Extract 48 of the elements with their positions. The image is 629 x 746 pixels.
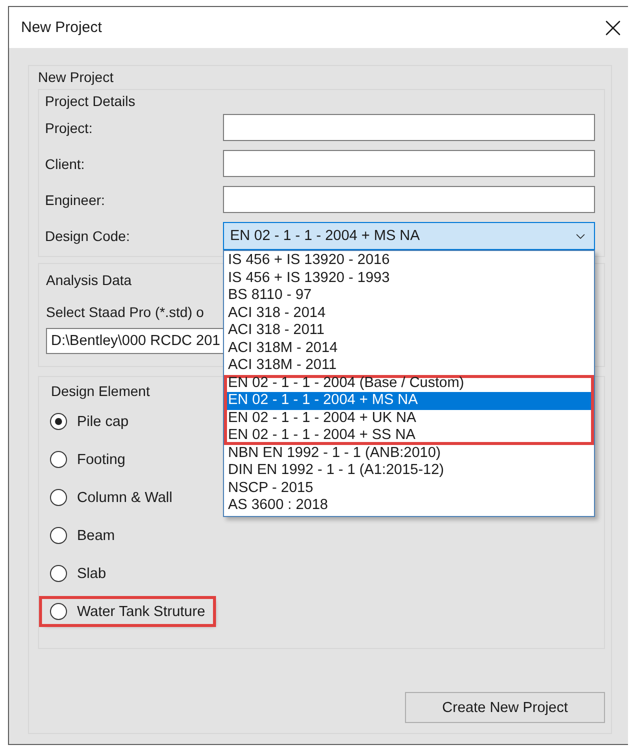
- radio-label: Beam: [77, 528, 115, 544]
- dropdown-option[interactable]: ACI 318 - 2014: [224, 304, 594, 322]
- radio-button[interactable]: [50, 565, 67, 582]
- radio-button[interactable]: [50, 413, 67, 430]
- radio-button[interactable]: [50, 451, 67, 468]
- field-label: Engineer:: [45, 192, 106, 208]
- radio-label: Pile cap: [77, 414, 129, 430]
- field-label: Project:: [45, 120, 94, 136]
- radio-option[interactable]: Water Tank Struture: [42, 599, 214, 624]
- dropdown-option[interactable]: ACI 318M - 2014: [224, 340, 594, 357]
- group-title: Project Details: [45, 93, 136, 109]
- dropdown-option[interactable]: ACI 318 - 2011: [224, 322, 594, 340]
- radio-option[interactable]: Slab: [42, 561, 114, 586]
- radio-label: Water Tank Struture: [77, 604, 206, 620]
- dropdown-option[interactable]: AS 3600 : 2018: [224, 497, 594, 514]
- radio-option[interactable]: Pile cap: [42, 409, 137, 434]
- dropdown-option[interactable]: EN 02 - 1 - 1 - 2004 + MS NA: [224, 392, 594, 410]
- radio-option[interactable]: Column & Wall: [42, 485, 180, 510]
- create-project-button[interactable]: Create New Project: [405, 692, 605, 723]
- dropdown-option[interactable]: EN 02 - 1 - 1 - 2004 + SS NA: [224, 427, 594, 444]
- dropdown-option[interactable]: DIN EN 1992 - 1 - 1 (A1:2015-12): [224, 462, 594, 480]
- radio-button[interactable]: [50, 489, 67, 506]
- field-label: Design Code:: [45, 228, 131, 244]
- radio-label: Footing: [77, 452, 126, 468]
- dropdown-option[interactable]: NSCP - 2015: [224, 480, 594, 497]
- radio-button[interactable]: [50, 603, 67, 620]
- window-title: New Project: [21, 19, 102, 36]
- dropdown-option[interactable]: ACI 318M - 2011: [224, 357, 594, 374]
- input-field[interactable]: [223, 114, 595, 141]
- field-label: Select Staad Pro (*.std) o: [46, 304, 204, 320]
- group-title: Analysis Data: [46, 272, 132, 288]
- input-field[interactable]: [223, 186, 595, 213]
- dropdown-option[interactable]: NBN EN 1992 - 1 - 1 (ANB:2010): [224, 444, 594, 462]
- group-title: New Project: [38, 69, 114, 85]
- radio-option[interactable]: Footing: [42, 447, 134, 472]
- dropdown-option[interactable]: EN 02 - 1 - 1 - 2004 + UK NA: [224, 410, 594, 427]
- dropdown-option[interactable]: BS 8110 - 97: [224, 287, 594, 304]
- dropdown-option[interactable]: EN 02 - 1 - 1 - 2004 (Base / Custom): [224, 374, 594, 392]
- group-title: Design Element: [51, 383, 150, 399]
- dropdown-option[interactable]: IS 456 + IS 13920 - 1993: [224, 270, 594, 287]
- radio-label: Slab: [77, 566, 106, 582]
- field-label: Client:: [45, 156, 86, 172]
- design-code-dropdown[interactable]: EN 02 - 1 - 1 - 2004 + MS NA: [223, 222, 595, 250]
- radio-label: Column & Wall: [77, 490, 172, 506]
- input-field[interactable]: [223, 150, 595, 177]
- radio-option[interactable]: Beam: [42, 523, 123, 548]
- dropdown-option[interactable]: IS 456 + IS 13920 - 2016: [224, 252, 594, 270]
- radio-button[interactable]: [50, 527, 67, 544]
